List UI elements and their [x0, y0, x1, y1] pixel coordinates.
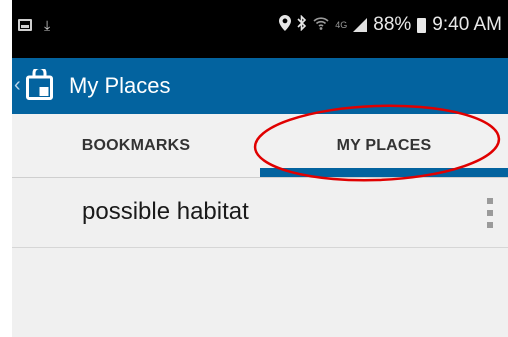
- list-item[interactable]: possible habitat: [12, 178, 508, 248]
- image-icon: [18, 19, 32, 31]
- status-bar: ⤓ 4G 88% 9:40 AM: [12, 0, 508, 58]
- status-right: 4G 88% 9:40 AM: [279, 14, 502, 36]
- wifi-icon: [313, 15, 329, 36]
- places-list: possible habitat: [12, 178, 508, 337]
- tab-bookmarks[interactable]: BOOKMARKS: [12, 114, 260, 178]
- phone-screen: ⤓ 4G 88% 9:40 AM ‹ My Places BOOKMARKS M…: [12, 0, 508, 337]
- map-bookmark-icon[interactable]: [26, 66, 53, 100]
- lte-label: 4G: [335, 20, 348, 30]
- clock: 9:40 AM: [432, 14, 502, 35]
- app-bar: ‹ My Places: [12, 58, 508, 114]
- bluetooth-icon: [297, 14, 307, 36]
- download-icon: ⤓: [44, 17, 51, 33]
- tab-selected-indicator: [260, 168, 508, 177]
- status-left: ⤓: [18, 18, 50, 32]
- back-chevron-icon[interactable]: ‹: [14, 75, 21, 95]
- location-icon: [279, 14, 292, 36]
- place-name: possible habitat: [82, 198, 249, 225]
- app-title: My Places: [69, 73, 171, 98]
- overflow-menu-icon[interactable]: [486, 198, 494, 228]
- battery-icon: [417, 17, 427, 33]
- signal-icon: [353, 18, 368, 32]
- battery-percent: 88%: [373, 14, 412, 35]
